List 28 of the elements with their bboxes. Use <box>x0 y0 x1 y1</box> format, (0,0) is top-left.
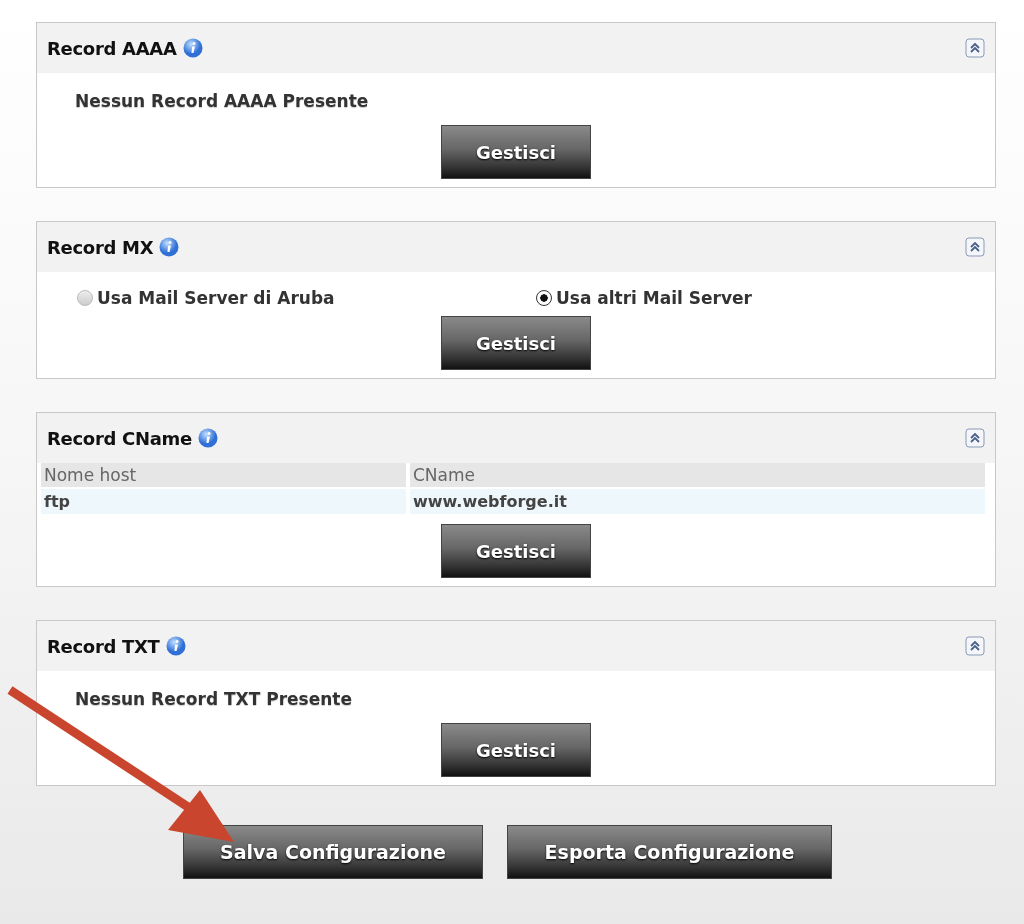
radio-button[interactable] <box>536 290 552 306</box>
manage-button[interactable]: Gestisci <box>441 524 591 578</box>
panel-title: Record CName <box>47 427 192 449</box>
empty-message: Nessun Record AAAA Presente <box>75 91 369 111</box>
action-button[interactable]: Esporta Configurazione <box>507 825 832 879</box>
radio-label[interactable]: Usa Mail Server di Aruba <box>97 288 335 308</box>
info-icon[interactable] <box>165 636 186 656</box>
panel-title: Record MX <box>47 236 154 258</box>
radio-label[interactable]: Usa altri Mail Server <box>556 288 752 308</box>
manage-button[interactable]: Gestisci <box>441 316 591 370</box>
table-cell: ftp <box>41 489 406 514</box>
column-header: Nome host <box>41 463 406 487</box>
collapse-icon[interactable] <box>965 428 985 448</box>
info-icon[interactable] <box>182 38 203 58</box>
empty-message: Nessun Record TXT Presente <box>75 689 352 709</box>
collapse-icon[interactable] <box>965 636 985 656</box>
panel-title: Record TXT <box>47 635 160 657</box>
manage-button[interactable]: Gestisci <box>441 125 591 179</box>
table-cell: www.webforge.it <box>410 489 985 514</box>
collapse-icon[interactable] <box>965 38 985 58</box>
info-icon[interactable] <box>197 428 218 448</box>
panel-title: Record AAAA <box>47 37 177 59</box>
column-header: CName <box>410 463 985 487</box>
manage-button[interactable]: Gestisci <box>441 723 591 777</box>
action-button[interactable]: Salva Configurazione <box>183 825 483 879</box>
radio-button[interactable] <box>77 290 93 306</box>
collapse-icon[interactable] <box>965 237 985 257</box>
info-icon[interactable] <box>159 237 180 257</box>
